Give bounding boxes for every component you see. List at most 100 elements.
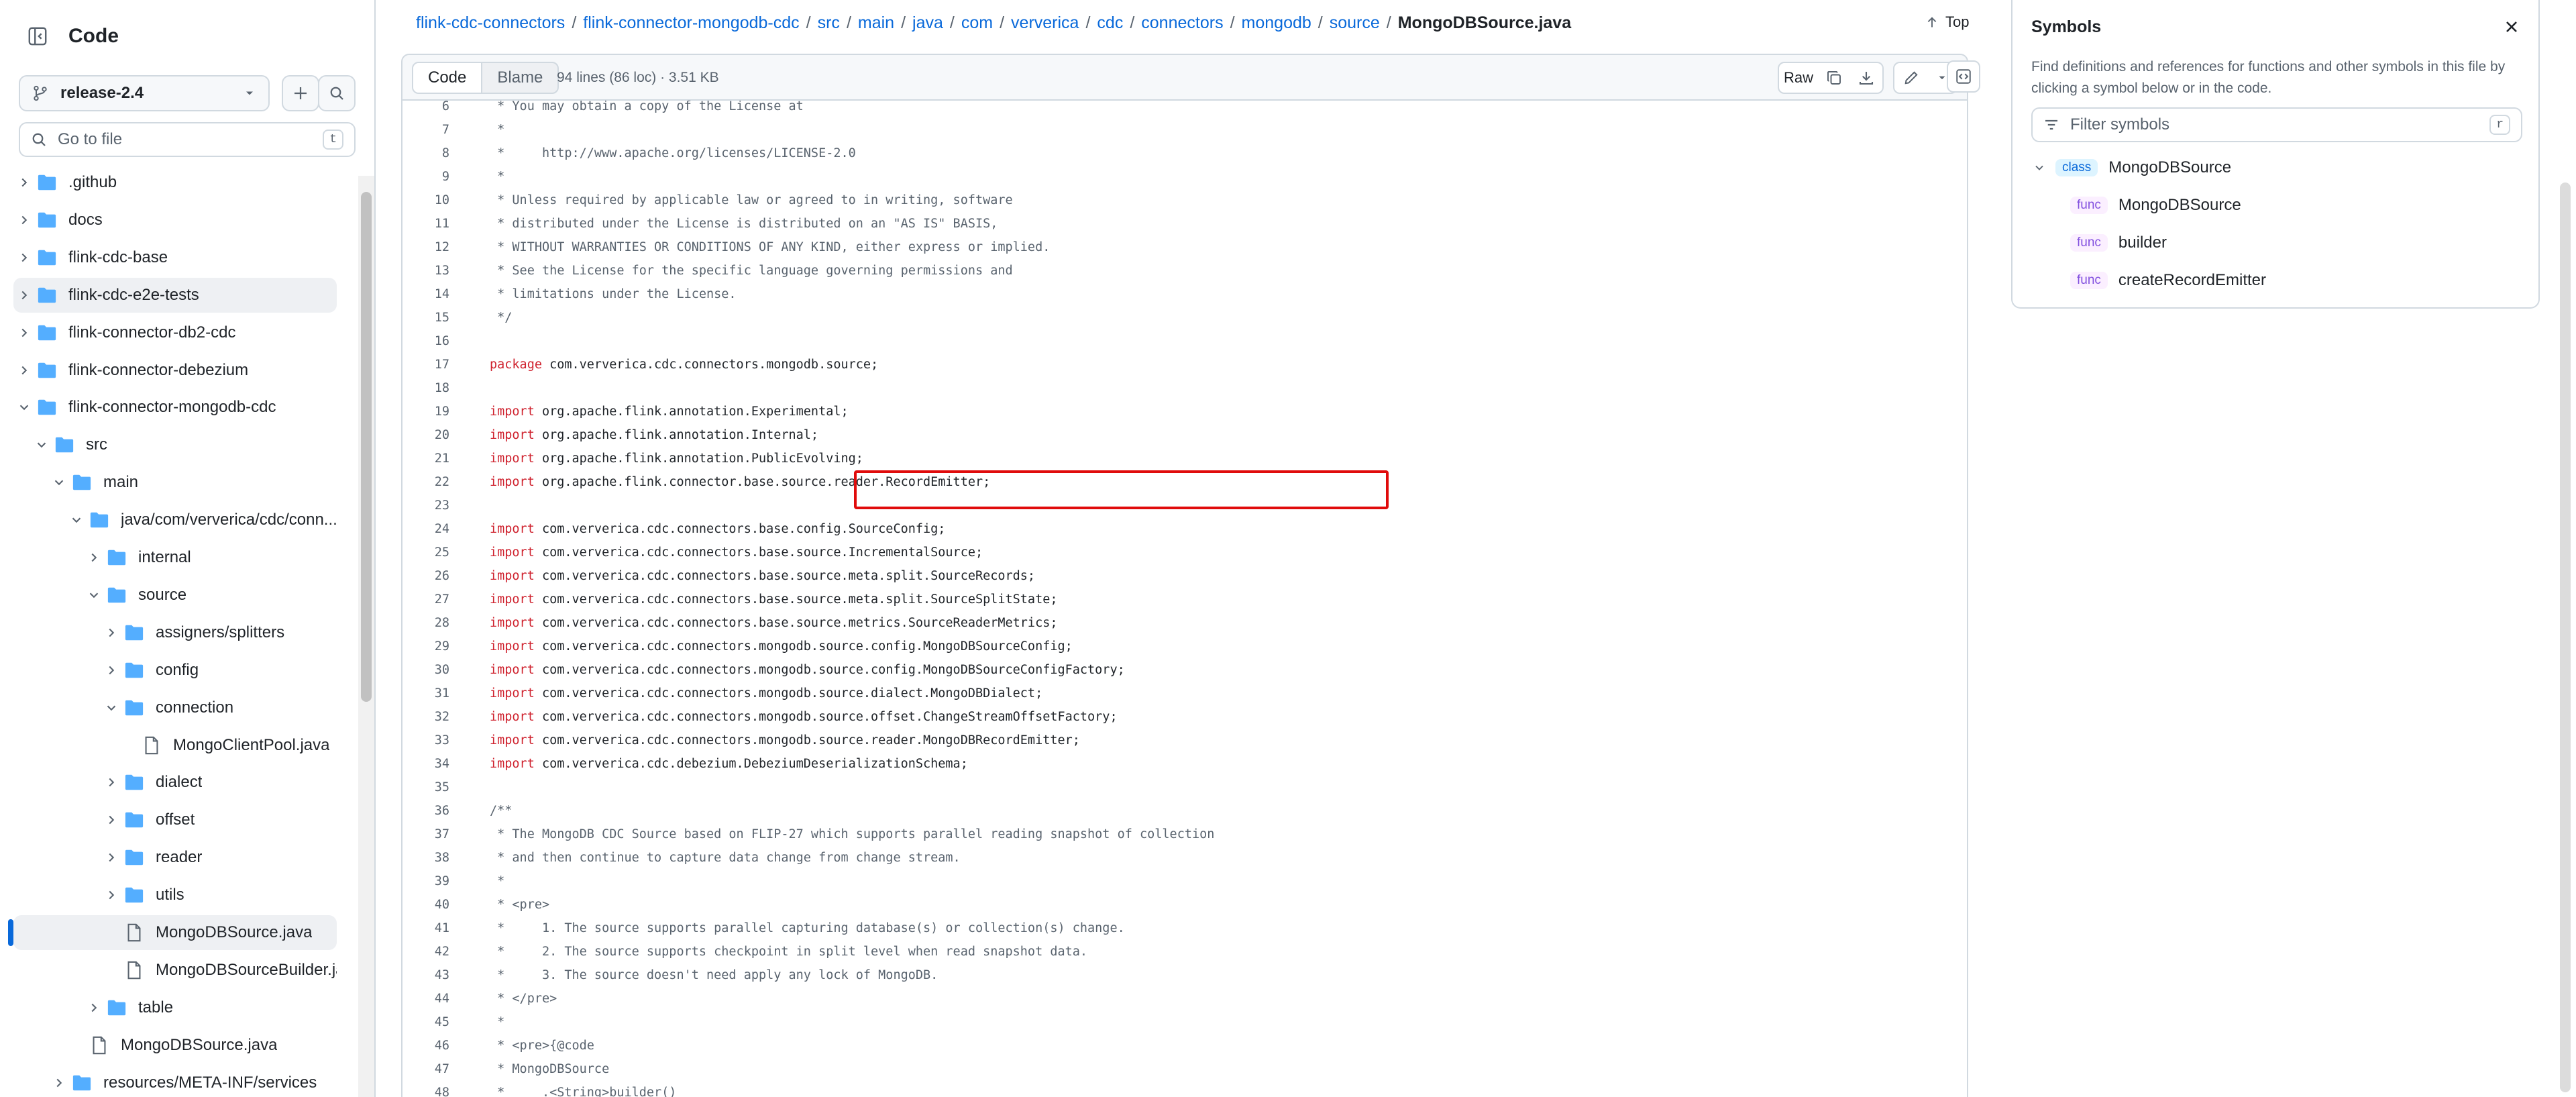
- tree-folder-item[interactable]: connection: [13, 690, 337, 725]
- line-number[interactable]: 26: [402, 564, 449, 588]
- tree-chevron[interactable]: [13, 325, 35, 340]
- tree-chevron[interactable]: [101, 663, 122, 678]
- line-number[interactable]: 28: [402, 611, 449, 635]
- tree-chevron[interactable]: [101, 625, 122, 640]
- tree-chevron[interactable]: [101, 850, 122, 865]
- line-number[interactable]: 48: [402, 1081, 449, 1097]
- tree-folder-item[interactable]: docs: [13, 203, 337, 238]
- breadcrumb-link[interactable]: source: [1330, 13, 1380, 32]
- line-number[interactable]: 22: [402, 470, 449, 494]
- symbols-panel-toggle[interactable]: [1947, 60, 1980, 93]
- tree-folder-item[interactable]: flink-cdc-e2e-tests: [13, 277, 337, 313]
- line-number[interactable]: 25: [402, 541, 449, 564]
- line-number[interactable]: 41: [402, 917, 449, 940]
- filter-symbols-input[interactable]: Filter symbols r: [2031, 107, 2522, 142]
- line-number[interactable]: 30: [402, 658, 449, 682]
- page-scrollbar[interactable]: [2555, 0, 2576, 1097]
- line-number[interactable]: 10: [402, 189, 449, 212]
- symbol-item-MongoDBSource[interactable]: class MongoDBSource: [2033, 153, 2231, 182]
- line-number[interactable]: 34: [402, 752, 449, 776]
- tree-chevron[interactable]: [101, 813, 122, 827]
- tree-folder-item[interactable]: assigners/splitters: [13, 615, 337, 650]
- tab-code[interactable]: Code: [413, 63, 483, 93]
- line-number[interactable]: 37: [402, 823, 449, 846]
- edit-file-button[interactable]: [1893, 62, 1929, 94]
- line-number[interactable]: 13: [402, 259, 449, 282]
- close-symbols-button[interactable]: [2502, 17, 2521, 36]
- tree-folder-item[interactable]: flink-connector-debezium: [13, 353, 337, 388]
- chevron-down-icon[interactable]: [2033, 161, 2046, 174]
- tree-chevron[interactable]: [83, 588, 105, 603]
- breadcrumb-link[interactable]: connectors: [1141, 13, 1223, 32]
- line-number[interactable]: 36: [402, 799, 449, 823]
- line-number[interactable]: 19: [402, 400, 449, 423]
- line-number[interactable]: 15: [402, 306, 449, 329]
- breadcrumb-link[interactable]: cdc: [1097, 13, 1123, 32]
- tree-chevron[interactable]: [13, 213, 35, 227]
- tree-folder-item[interactable]: source: [13, 578, 337, 613]
- line-number[interactable]: 29: [402, 635, 449, 658]
- breadcrumb-link[interactable]: main: [858, 13, 894, 32]
- tree-chevron[interactable]: [31, 437, 52, 452]
- sidebar-scrollbar[interactable]: [358, 176, 374, 1097]
- breadcrumb-link[interactable]: java: [912, 13, 943, 32]
- line-number[interactable]: 46: [402, 1034, 449, 1057]
- line-number[interactable]: 35: [402, 776, 449, 799]
- line-number[interactable]: 8: [402, 142, 449, 165]
- symbol-item-MongoDBSource[interactable]: func MongoDBSource: [2070, 191, 2241, 220]
- tree-chevron[interactable]: [13, 288, 35, 303]
- copy-raw-button[interactable]: [1818, 62, 1851, 94]
- tree-file-item[interactable]: MongoDBSource.java: [13, 915, 337, 950]
- tree-folder-item[interactable]: reader: [13, 840, 337, 875]
- breadcrumb-link[interactable]: src: [818, 13, 840, 32]
- tree-folder-item[interactable]: flink-cdc-base: [13, 240, 337, 275]
- tree-file-item[interactable]: MongoDBSource.java: [13, 1028, 337, 1063]
- tree-file-item[interactable]: MongoDBSourceBuilder.ja...: [13, 953, 337, 988]
- search-code-button[interactable]: [318, 75, 356, 111]
- page-scrollbar-thumb[interactable]: [2560, 182, 2571, 1092]
- tree-chevron[interactable]: [101, 775, 122, 790]
- tree-chevron[interactable]: [13, 363, 35, 378]
- branch-selector[interactable]: release-2.4: [19, 75, 270, 111]
- tree-folder-item[interactable]: table: [13, 990, 337, 1025]
- back-to-top-link[interactable]: Top: [1925, 13, 1969, 31]
- tree-folder-item[interactable]: offset: [13, 802, 337, 837]
- line-number[interactable]: 20: [402, 423, 449, 447]
- tree-folder-item[interactable]: src: [13, 427, 337, 462]
- line-number[interactable]: 45: [402, 1010, 449, 1034]
- line-number[interactable]: 12: [402, 236, 449, 259]
- raw-button[interactable]: Raw: [1778, 62, 1819, 94]
- tree-folder-item[interactable]: flink-connector-db2-cdc: [13, 315, 337, 350]
- download-button[interactable]: [1850, 62, 1884, 94]
- breadcrumb-link[interactable]: flink-connector-mongodb-cdc: [583, 13, 799, 32]
- line-number[interactable]: 21: [402, 447, 449, 470]
- tree-folder-item[interactable]: .github: [13, 165, 337, 200]
- line-number[interactable]: 23: [402, 494, 449, 517]
- tree-folder-item[interactable]: dialect: [13, 765, 337, 800]
- breadcrumb-link[interactable]: mongodb: [1242, 13, 1311, 32]
- tree-folder-item[interactable]: flink-connector-mongodb-cdc: [13, 390, 337, 425]
- line-number[interactable]: 32: [402, 705, 449, 729]
- tree-chevron[interactable]: [101, 700, 122, 715]
- tree-chevron[interactable]: [48, 1076, 70, 1090]
- tree-chevron[interactable]: [48, 475, 70, 490]
- line-number[interactable]: 17: [402, 353, 449, 376]
- line-number[interactable]: 47: [402, 1057, 449, 1081]
- tree-chevron[interactable]: [13, 400, 35, 415]
- line-number[interactable]: 14: [402, 282, 449, 306]
- line-number[interactable]: 11: [402, 212, 449, 236]
- tree-chevron[interactable]: [83, 550, 105, 565]
- breadcrumb-link[interactable]: ververica: [1011, 13, 1079, 32]
- line-number[interactable]: 27: [402, 588, 449, 611]
- tree-file-item[interactable]: MongoClientPool.java: [13, 728, 337, 763]
- line-number[interactable]: 31: [402, 682, 449, 705]
- tree-chevron[interactable]: [13, 175, 35, 190]
- line-number[interactable]: 6: [402, 101, 449, 118]
- symbol-item-createRecordEmitter[interactable]: func createRecordEmitter: [2070, 266, 2266, 295]
- collapse-sidebar-button[interactable]: [20, 19, 55, 54]
- line-number[interactable]: 39: [402, 870, 449, 893]
- tree-folder-item[interactable]: utils: [13, 878, 337, 912]
- tree-folder-item[interactable]: main: [13, 465, 337, 500]
- line-number[interactable]: 7: [402, 118, 449, 142]
- line-number[interactable]: 9: [402, 165, 449, 189]
